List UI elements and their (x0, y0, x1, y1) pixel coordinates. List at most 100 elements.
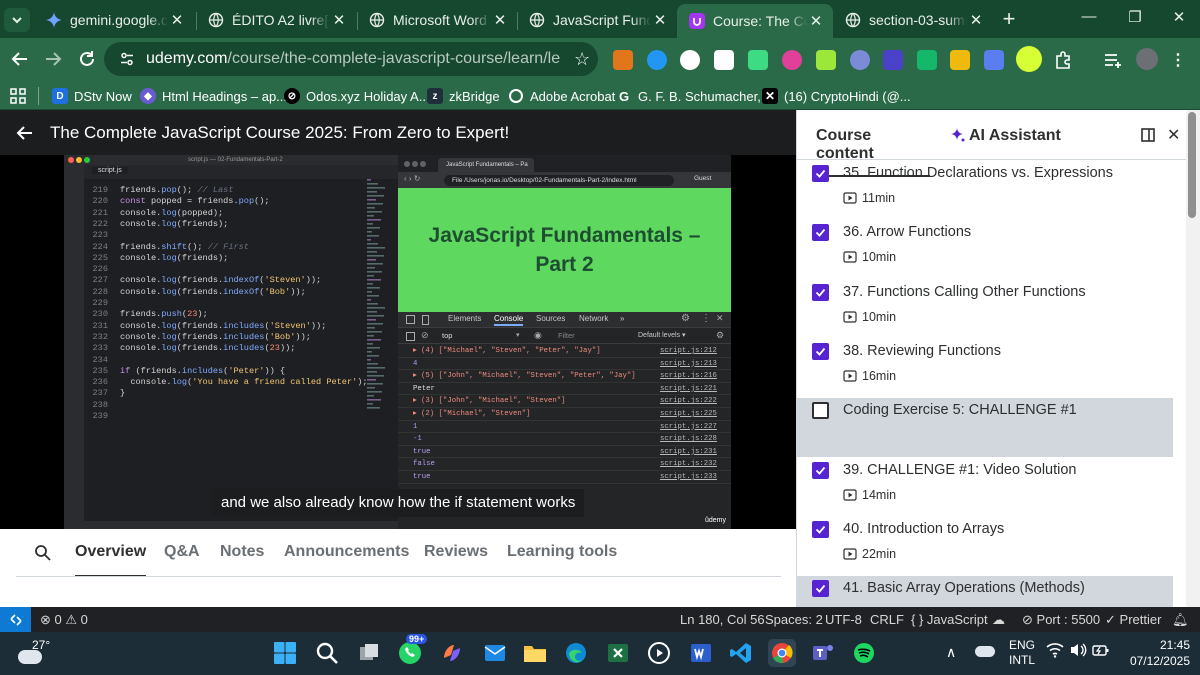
lesson-item[interactable]: 38. Reviewing Functions 16min (797, 339, 1173, 398)
lesson-item[interactable]: 41. Basic Array Operations (Methods)13mi… (797, 576, 1173, 607)
lesson-checkbox[interactable] (812, 580, 829, 598)
close-icon[interactable]: ✕ (330, 11, 348, 29)
close-icon[interactable]: ✕ (168, 11, 186, 29)
reading-list-icon[interactable] (1103, 50, 1123, 70)
extension-b-icon[interactable] (883, 50, 903, 70)
tab-search-dropdown[interactable] (4, 8, 30, 32)
arrow-left-icon[interactable] (16, 124, 34, 142)
line-ending[interactable]: CRLF (870, 612, 904, 627)
lesson-item[interactable]: 40. Introduction to Arrays 22min (797, 517, 1173, 576)
bookmark-odos[interactable]: ⊘ Odos.xyz Holiday A... (284, 86, 430, 106)
tab-learning-tools[interactable]: Learning tools (507, 543, 617, 577)
lesson-checkbox[interactable] (812, 165, 829, 182)
forward-button[interactable] (42, 48, 64, 70)
expand-panel-icon[interactable] (1141, 128, 1155, 142)
bookmark-schumacher[interactable]: G G. F. B. Schumacher,... (616, 86, 772, 106)
prettier-status[interactable]: ✓ Prettier (1105, 612, 1161, 628)
extension-slash-icon[interactable] (917, 50, 937, 70)
extensions-puzzle-icon[interactable] (1053, 50, 1073, 70)
extension-x-icon[interactable] (1016, 46, 1042, 72)
browser-tab-udemy-course[interactable]: Course: The Complete ✕ (677, 4, 833, 38)
lesson-item[interactable]: 35. Function Declarations vs. Expression… (797, 161, 1173, 220)
notification-bell-icon[interactable]: 🔔︎ (1172, 612, 1189, 628)
lesson-item[interactable]: Coding Exercise 5: CHALLENGE #1 (797, 398, 1173, 458)
bookmark-dstv[interactable]: D DStv Now (52, 86, 132, 106)
browser-tab-gemini[interactable]: gemini.google.com ✕ (34, 5, 194, 35)
lesson-checkbox[interactable] (812, 342, 829, 360)
whatsapp-icon[interactable]: 99+ (396, 634, 428, 667)
close-icon[interactable]: ✕ (1167, 125, 1180, 145)
encoding[interactable]: UTF-8 (825, 612, 862, 627)
excel-icon[interactable] (604, 639, 632, 667)
lesson-checkbox[interactable] (812, 224, 829, 242)
address-bar[interactable]: udemy.com/course/the-complete-javascript… (104, 42, 598, 76)
clock[interactable]: 21:45 07/12/2025 (1112, 637, 1190, 669)
language-indicator[interactable]: ENG INTL (1008, 638, 1036, 668)
lesson-checkbox[interactable] (812, 520, 829, 538)
start-button[interactable] (271, 639, 299, 667)
extension-pink-icon[interactable] (782, 50, 802, 70)
remote-indicator[interactable] (0, 607, 31, 632)
profile-avatar[interactable] (1136, 48, 1158, 70)
close-icon[interactable]: ✕ (491, 11, 509, 29)
browser-menu-button[interactable]: ⋮ (1170, 50, 1186, 70)
new-tab-button[interactable]: + (998, 6, 1020, 32)
volume-icon[interactable] (1069, 642, 1087, 658)
vscode-icon[interactable] (727, 639, 755, 667)
spotify-icon[interactable] (850, 639, 878, 667)
reload-button[interactable] (76, 48, 98, 70)
video-player[interactable]: script.js — 02-Fundamentals-Part-2 scrip… (0, 155, 796, 529)
task-view-icon[interactable] (355, 639, 383, 667)
language-mode[interactable]: { } JavaScript (911, 612, 988, 627)
tab-ai-assistant[interactable]: AI Assistant (969, 127, 1061, 145)
page-scroll-thumb[interactable] (1188, 112, 1196, 218)
browser-page-scrollbar[interactable] (1186, 112, 1198, 606)
chevron-up-icon[interactable]: ∧ (946, 644, 956, 661)
extension-green-icon[interactable] (748, 50, 768, 70)
lesson-checkbox[interactable] (812, 402, 829, 420)
extension-blue-icon[interactable] (647, 50, 667, 70)
close-icon[interactable]: ✕ (967, 11, 985, 29)
battery-icon[interactable] (1092, 642, 1110, 658)
bookmark-cryptohindi[interactable]: ✕ (16) CryptoHindi (@... (762, 86, 911, 106)
bookmark-html-headings[interactable]: ◆ Html Headings – ap... (140, 86, 287, 106)
taskbar-search[interactable] (313, 639, 341, 667)
extension-shield-icon[interactable] (984, 50, 1004, 70)
lesson-checkbox[interactable] (812, 461, 829, 479)
window-close-button[interactable]: ✕ (1164, 8, 1194, 26)
cursor-position[interactable]: Ln 180, Col 56 (680, 612, 765, 627)
tab-reviews[interactable]: Reviews (424, 543, 488, 577)
live-server-port[interactable]: ⊘ Port : 5500 (1022, 612, 1100, 628)
bookmark-zkbridge[interactable]: z zkBridge (427, 86, 500, 106)
minimize-button[interactable]: — (1074, 8, 1104, 25)
edge-icon[interactable] (562, 639, 590, 667)
qr-code-icon[interactable] (714, 50, 734, 70)
problems-indicator[interactable]: ⊗ 0 ⚠ 0 (40, 612, 88, 628)
close-icon[interactable]: ✕ (651, 11, 669, 29)
tab-qa[interactable]: Q&A (164, 543, 200, 577)
outlook-new-icon[interactable] (480, 639, 508, 667)
weather-widget[interactable]: 27° (18, 636, 58, 670)
copilot-icon[interactable] (438, 639, 466, 667)
sync-cloud-icon[interactable]: ☁ (992, 612, 1005, 628)
search-icon[interactable] (34, 544, 52, 562)
tab-notes[interactable]: Notes (220, 543, 264, 577)
onedrive-icon[interactable] (975, 646, 995, 657)
lesson-checkbox[interactable] (812, 283, 829, 301)
tab-overview[interactable]: Overview (75, 543, 146, 577)
site-info-icon[interactable] (118, 50, 136, 68)
back-button[interactable] (9, 48, 31, 70)
browser-tab-js-fundamentals[interactable]: JavaScript Fundamentals ✕ (517, 5, 677, 35)
apps-grid-icon[interactable] (10, 86, 26, 106)
file-explorer-icon[interactable] (521, 639, 549, 667)
metamask-icon[interactable] (613, 50, 633, 70)
lesson-item[interactable]: 39. CHALLENGE #1: Video Solution 14min (797, 458, 1173, 517)
close-icon[interactable]: ✕ (807, 12, 825, 30)
extension-chart-icon[interactable] (816, 50, 836, 70)
lesson-item[interactable]: 37. Functions Calling Other Functions 10m… (797, 280, 1173, 339)
extension-cloud-icon[interactable] (850, 50, 870, 70)
restore-button[interactable]: ❐ (1120, 8, 1150, 26)
lesson-item[interactable]: 36. Arrow Functions 10min (797, 220, 1173, 279)
browser-tab-word[interactable]: Microsoft Word - a ✕ (357, 5, 517, 35)
bookmark-star-icon[interactable]: ☆ (574, 49, 590, 70)
